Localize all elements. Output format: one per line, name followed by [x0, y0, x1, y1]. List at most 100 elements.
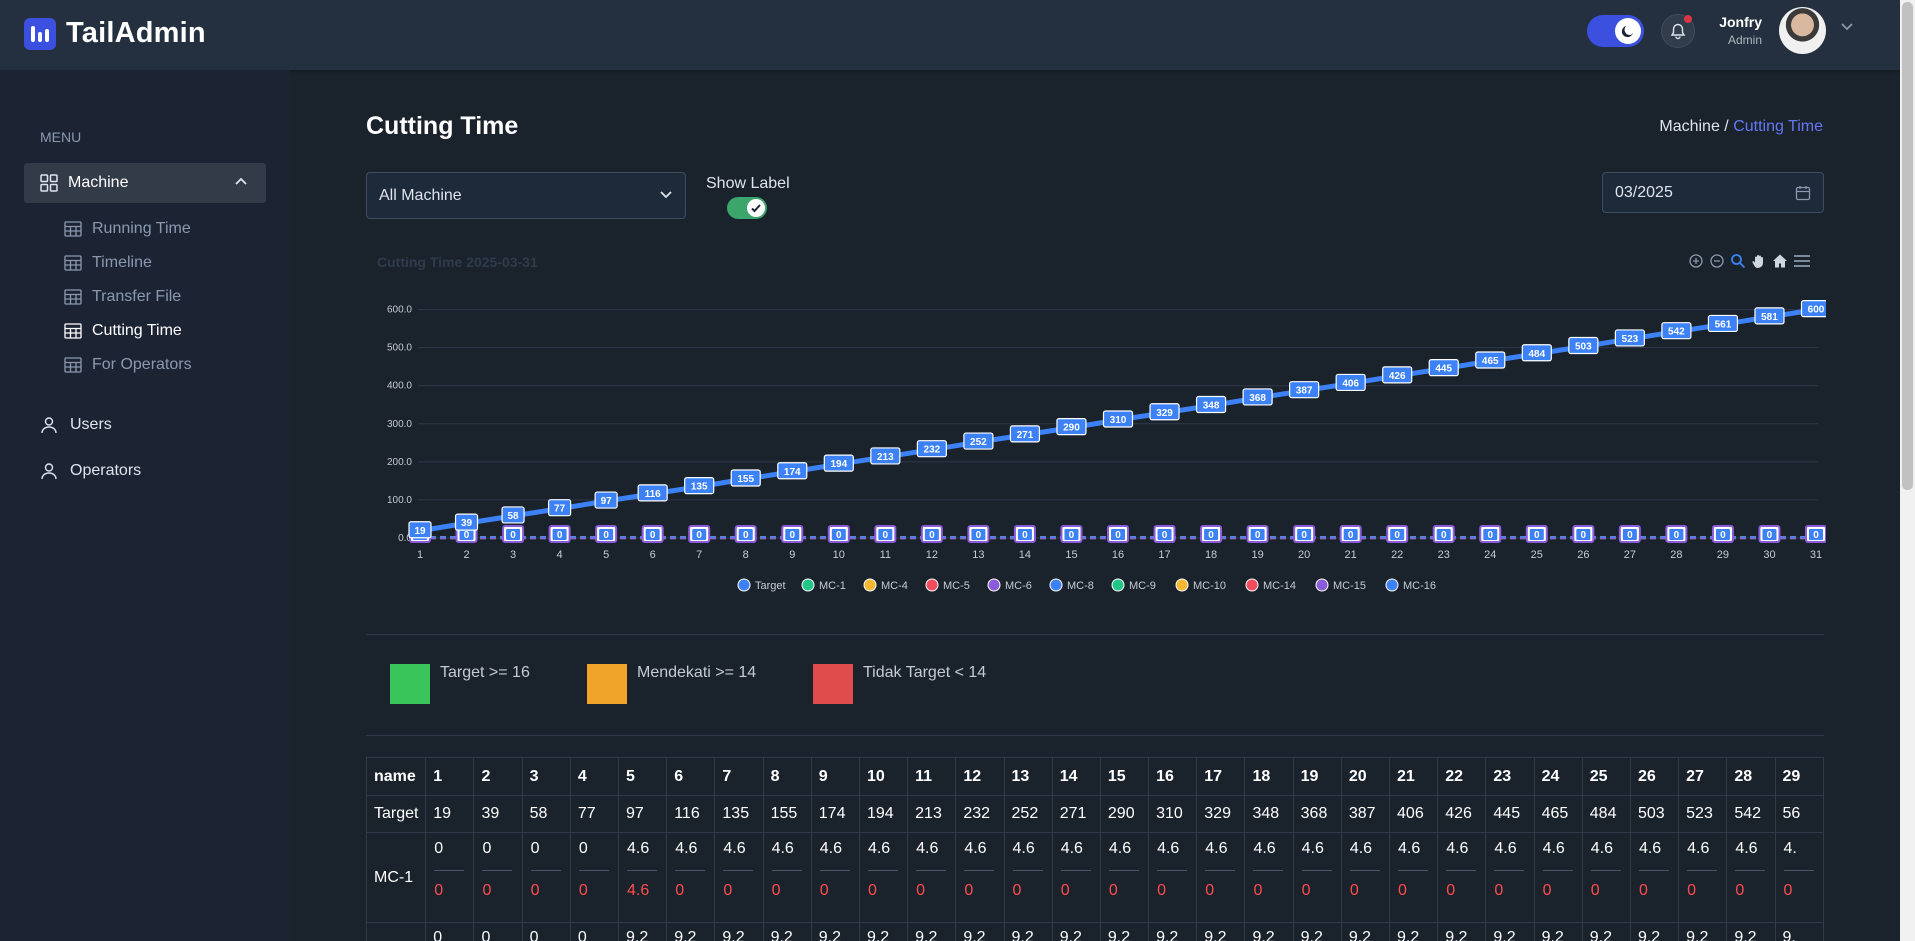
zoom-in-icon[interactable]	[1688, 253, 1704, 269]
sidebar-item-running-time[interactable]: Running Time	[64, 220, 191, 238]
zoom-out-icon[interactable]	[1709, 253, 1725, 269]
breadcrumb: Machine / Cutting Time	[1600, 118, 1823, 136]
table-cell: 0	[521, 922, 571, 941]
table-cell: 4.6 0	[666, 832, 716, 923]
table-cell: 00	[425, 832, 475, 923]
notification-button[interactable]	[1661, 14, 1695, 48]
data-label-target: 503	[1575, 342, 1592, 353]
sidebar-item-machine[interactable]: Machine	[24, 163, 266, 203]
legend-label: MC-10	[1193, 580, 1226, 592]
cell-diff: 0	[434, 882, 444, 899]
chevron-down-icon[interactable]	[1840, 22, 1854, 32]
cell-diff: 0	[1446, 882, 1456, 899]
user-icon	[41, 417, 57, 434]
scrollbar-thumb[interactable]	[1902, 2, 1913, 490]
breadcrumb-parent[interactable]: Machine /	[1659, 118, 1728, 135]
check-icon	[747, 199, 765, 217]
table-cell: 252	[1003, 795, 1053, 833]
table-cell: 194	[858, 795, 909, 833]
table-header-row: name 1 2 3 4 5 6 7 8 9 10 11 12 13 14 15 16 17 18 19 20 21 22 2…	[366, 757, 1824, 796]
magnifier-icon[interactable]	[1730, 253, 1746, 269]
table-cell: 9.2	[1003, 922, 1053, 941]
data-label-target: 194	[830, 459, 847, 470]
y-tick-label: 300.0	[387, 419, 412, 430]
cell-diff: 0	[1157, 882, 1166, 899]
table-cell-name	[366, 922, 427, 941]
avatar[interactable]	[1779, 7, 1826, 54]
data-label-mc: 0	[1208, 530, 1214, 541]
sidebar-item-for-operators[interactable]: For Operators	[64, 356, 192, 374]
cutting-time-table: name 1 2 3 4 5 6 7 8 9 10 11 12 13 14 15 16 17 18 19 20 21 22 2…	[366, 757, 1824, 941]
table-cell: 9.2	[1485, 922, 1535, 941]
cutting-time-chart: 0.0100.0200.0300.0400.0500.0600.01 2 3 4 5 6 7…	[387, 300, 1826, 592]
data-label-target: 348	[1203, 401, 1220, 412]
x-tick-label: 11	[880, 549, 891, 561]
data-label-mc: 0	[1627, 530, 1633, 541]
cell-actual: 0	[434, 840, 444, 857]
cell-actual: 4.6	[723, 840, 746, 857]
table-cell: 4.6 0	[1437, 832, 1487, 923]
machine-select[interactable]: All Machine	[366, 172, 686, 219]
cell-diff: 4.6	[627, 882, 650, 899]
calendar-icon	[1795, 186, 1811, 201]
cell-actual: 4.6	[1687, 840, 1710, 857]
table-cell: 77	[569, 795, 620, 833]
cell-divider	[1494, 870, 1525, 871]
pan-hand-icon[interactable]	[1751, 253, 1767, 269]
legend-label: MC-6	[1005, 580, 1032, 592]
table-cell: 523	[1678, 795, 1728, 833]
table-header-cell: 12	[955, 757, 1005, 796]
cell-divider	[1446, 870, 1477, 871]
menu-icon[interactable]	[1793, 253, 1811, 269]
x-tick-label: 26	[1577, 549, 1589, 561]
cell-divider	[1687, 870, 1718, 871]
cell-diff: 0	[1398, 882, 1407, 899]
table-header-cell: 10	[858, 757, 909, 796]
legend-label: MC-15	[1333, 580, 1366, 592]
sidebar-item-users[interactable]: Users	[40, 416, 112, 434]
table-cell: 9.2	[1244, 922, 1294, 941]
cell-divider	[723, 870, 754, 871]
cell-actual: 4.6	[1398, 840, 1421, 857]
data-label-mc: 0	[789, 530, 795, 541]
sidebar-item-timeline[interactable]: Timeline	[64, 254, 152, 272]
legend-target-label: Target >= 16	[440, 664, 530, 681]
cell-divider	[1638, 870, 1669, 871]
table-cell: 542	[1726, 795, 1776, 833]
table-cell: 4.6 0	[1389, 832, 1439, 923]
show-label-toggle[interactable]	[727, 197, 767, 219]
table-header-cell: 18	[1244, 757, 1294, 796]
sidebar-item-label: Running Time	[92, 220, 191, 237]
table-icon	[64, 323, 82, 339]
cell-divider	[627, 870, 658, 871]
sidebar-item-label: Machine	[68, 174, 129, 191]
table-header-cell: 20	[1340, 757, 1391, 796]
app-name: TailAdmin	[66, 17, 206, 49]
table-cell: 232	[955, 795, 1005, 833]
cell-divider	[434, 870, 465, 871]
x-tick-label: 22	[1391, 549, 1403, 561]
app-logo[interactable]: TailAdmin	[24, 17, 206, 50]
table-cell: 4.6 0	[1003, 832, 1053, 923]
table-cell: 4.6 0	[858, 832, 909, 923]
data-label-target: 213	[877, 452, 894, 463]
dark-mode-toggle[interactable]	[1587, 15, 1644, 47]
table-cell: 9.2	[1581, 922, 1631, 941]
data-label-mc: 0	[1255, 530, 1261, 541]
user-name[interactable]: Jonfry	[1700, 14, 1762, 30]
cell-actual: 4.6	[964, 840, 987, 857]
x-tick-label: 18	[1205, 549, 1217, 561]
table-cell: 4.6 0	[1629, 832, 1680, 923]
home-icon[interactable]	[1772, 253, 1788, 269]
sidebar-item-cutting-time[interactable]: Cutting Time	[64, 322, 182, 340]
sidebar-item-operators[interactable]: Operators	[40, 462, 141, 480]
cell-actual: 4.6	[819, 840, 843, 857]
data-label-target: 135	[691, 482, 708, 493]
x-tick-label: 2	[463, 549, 469, 561]
data-label-target: 368	[1249, 393, 1266, 404]
sidebar-item-transfer-file[interactable]: Transfer File	[64, 288, 181, 306]
cell-divider	[1783, 870, 1814, 871]
data-label-mc: 0	[929, 530, 935, 541]
month-picker[interactable]: 03/2025	[1602, 172, 1824, 213]
legend-marker	[1245, 578, 1259, 592]
